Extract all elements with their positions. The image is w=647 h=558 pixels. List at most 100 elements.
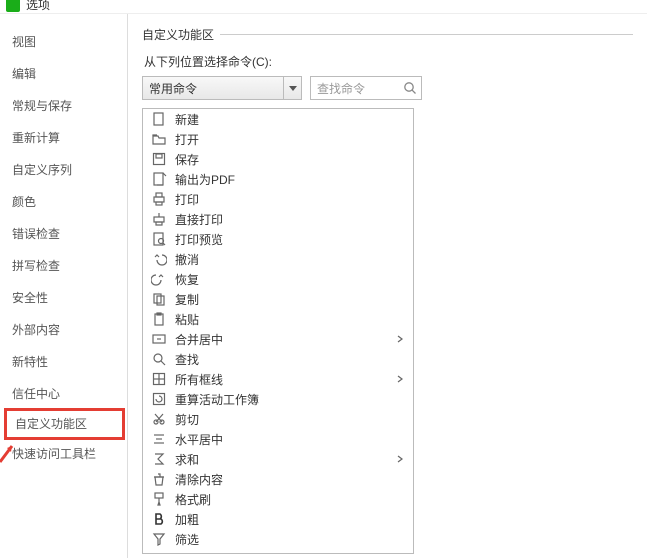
bold-icon (151, 511, 167, 527)
merge-icon (151, 331, 167, 347)
sidebar-item-label: 安全性 (12, 291, 48, 305)
recalc-icon (151, 391, 167, 407)
preview-icon (151, 231, 167, 247)
sidebar-item-label: 重新计算 (12, 131, 60, 145)
command-label: 格式刷 (175, 491, 407, 508)
sidebar-item-5[interactable]: 颜色 (0, 186, 127, 218)
sidebar-item-label: 自定义功能区 (15, 417, 87, 431)
search-placeholder: 查找命令 (317, 80, 365, 97)
command-item-save[interactable]: 保存 (143, 149, 413, 169)
command-item-cut[interactable]: 剪切 (143, 409, 413, 429)
sidebar-item-label: 信任中心 (12, 387, 60, 401)
command-list-scroll[interactable]: 新建打开保存输出为PDF 打印直接打印打印预览撤消恢复复制粘贴合并居中查找所有框线… (143, 109, 413, 553)
command-label: 合并居中 (175, 331, 397, 348)
sidebar-item-label: 错误检查 (12, 227, 60, 241)
sidebar-item-4[interactable]: 自定义序列 (0, 154, 127, 186)
submenu-arrow-icon (397, 455, 407, 463)
section-title: 自定义功能区 (142, 26, 220, 43)
command-label: 恢复 (175, 271, 407, 288)
command-item-pdf[interactable]: 输出为PDF (143, 169, 413, 189)
command-label: 撤消 (175, 251, 407, 268)
command-label: 水平居中 (175, 431, 407, 448)
window-titlebar: 选项 (0, 0, 647, 14)
command-label: 加粗 (175, 511, 407, 528)
main-area: 视图编辑常规与保存重新计算自定义序列颜色错误检查拼写检查安全性外部内容新特性信任… (0, 14, 647, 558)
sidebar-item-label: 新特性 (12, 355, 48, 369)
sidebar-item-1[interactable]: 编辑 (0, 58, 127, 90)
sidebar: 视图编辑常规与保存重新计算自定义序列颜色错误检查拼写检查安全性外部内容新特性信任… (0, 14, 128, 558)
command-item-bold[interactable]: 加粗 (143, 509, 413, 529)
command-item-find[interactable]: 查找 (143, 349, 413, 369)
sidebar-item-7[interactable]: 拼写检查 (0, 250, 127, 282)
choose-commands-label: 从下列位置选择命令(C): (144, 53, 633, 70)
filter-icon (151, 531, 167, 547)
command-item-recalc[interactable]: 重算活动工作簿 (143, 389, 413, 409)
command-label: 剪切 (175, 411, 407, 428)
command-item-paste[interactable]: 粘贴 (143, 309, 413, 329)
command-item-redo[interactable]: 恢复 (143, 269, 413, 289)
command-label: 打开 (175, 131, 407, 148)
sidebar-item-11[interactable]: 信任中心 (0, 378, 127, 410)
sidebar-item-13[interactable]: 快速访问工具栏 (0, 438, 127, 470)
command-label: 清除内容 (175, 471, 407, 488)
command-item-merge[interactable]: 合并居中 (143, 329, 413, 349)
command-item-fmtpaint[interactable]: 格式刷 (143, 489, 413, 509)
section-divider (220, 34, 633, 35)
command-label: 输出为PDF (175, 171, 407, 188)
sidebar-item-6[interactable]: 错误检查 (0, 218, 127, 250)
hcenter-icon (151, 431, 167, 447)
sidebar-item-0[interactable]: 视图 (0, 26, 127, 58)
redo-icon (151, 271, 167, 287)
command-item-borders[interactable]: 所有框线 (143, 369, 413, 389)
borders-icon (151, 371, 167, 387)
command-item-preview[interactable]: 打印预览 (143, 229, 413, 249)
command-item-sum[interactable]: 求和 (143, 449, 413, 469)
section-header: 自定义功能区 (142, 26, 633, 43)
command-label: 求和 (175, 451, 397, 468)
chevron-down-icon (283, 77, 301, 99)
copy-icon (151, 291, 167, 307)
search-icon (403, 81, 417, 95)
sidebar-item-10[interactable]: 新特性 (0, 346, 127, 378)
command-label: 所有框线 (175, 371, 397, 388)
command-listbox[interactable]: 新建打开保存输出为PDF 打印直接打印打印预览撤消恢复复制粘贴合并居中查找所有框线… (142, 108, 414, 554)
command-item-clear[interactable]: 清除内容 (143, 469, 413, 489)
content-panel: 自定义功能区 从下列位置选择命令(C): 常用命令 查找命令 (128, 14, 647, 558)
paste-icon (151, 311, 167, 327)
command-label: 查找 (175, 351, 407, 368)
sum-icon (151, 451, 167, 467)
command-item-new[interactable]: 新建 (143, 109, 413, 129)
pdf-icon (151, 171, 167, 187)
command-item-print[interactable]: 打印 (143, 189, 413, 209)
cut-icon (151, 411, 167, 427)
command-source-dropdown[interactable]: 常用命令 (142, 76, 302, 100)
command-label: 复制 (175, 291, 407, 308)
clear-icon (151, 471, 167, 487)
open-icon (151, 131, 167, 147)
sidebar-item-9[interactable]: 外部内容 (0, 314, 127, 346)
sidebar-item-12[interactable]: 自定义功能区 (4, 408, 125, 440)
sidebar-item-3[interactable]: 重新计算 (0, 122, 127, 154)
sidebar-item-label: 视图 (12, 35, 36, 49)
command-label: 新建 (175, 111, 407, 128)
command-item-open[interactable]: 打开 (143, 129, 413, 149)
sidebar-item-2[interactable]: 常规与保存 (0, 90, 127, 122)
command-item-hcenter[interactable]: 水平居中 (143, 429, 413, 449)
sidebar-item-label: 编辑 (12, 67, 36, 81)
search-input[interactable]: 查找命令 (310, 76, 422, 100)
new-icon (151, 111, 167, 127)
submenu-arrow-icon (397, 335, 407, 343)
sidebar-item-label: 外部内容 (12, 323, 60, 337)
command-label: 保存 (175, 151, 407, 168)
undo-icon (151, 251, 167, 267)
controls-row: 常用命令 查找命令 (142, 76, 633, 100)
command-label: 打印 (175, 191, 407, 208)
command-item-undo[interactable]: 撤消 (143, 249, 413, 269)
save-icon (151, 151, 167, 167)
command-item-filter[interactable]: 筛选 (143, 529, 413, 549)
command-label: 重算活动工作簿 (175, 391, 407, 408)
command-item-directpr[interactable]: 直接打印 (143, 209, 413, 229)
command-item-copy[interactable]: 复制 (143, 289, 413, 309)
sidebar-item-8[interactable]: 安全性 (0, 282, 127, 314)
app-icon (6, 0, 20, 12)
